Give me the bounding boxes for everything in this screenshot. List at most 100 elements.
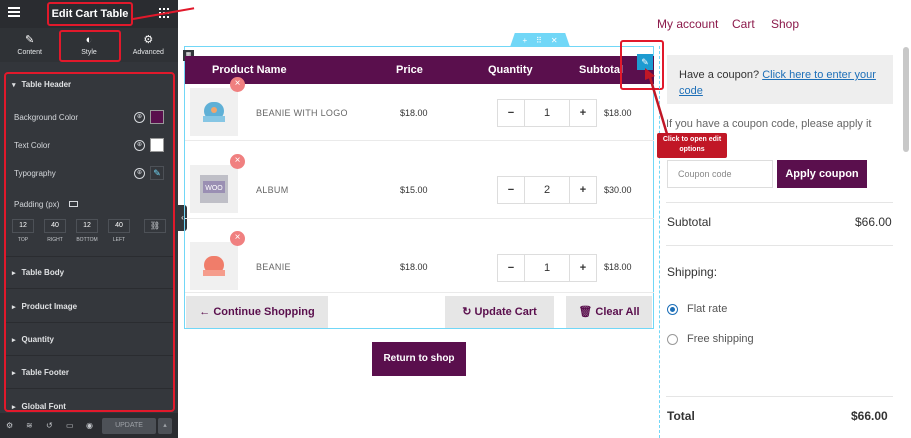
nav-my-account[interactable]: My account bbox=[657, 17, 718, 31]
divider bbox=[666, 245, 893, 246]
remove-item-icon[interactable]: × bbox=[230, 154, 245, 169]
quantity-value[interactable]: 2 bbox=[524, 177, 570, 203]
coupon-notice: Have a coupon? Click here to enter your … bbox=[667, 55, 893, 104]
product-price: $15.00 bbox=[400, 185, 428, 195]
nav-shop[interactable]: Shop bbox=[771, 17, 799, 31]
background-color-swatch[interactable] bbox=[150, 110, 164, 124]
divider bbox=[6, 322, 173, 323]
page-scrollbar[interactable] bbox=[903, 47, 909, 152]
row-divider bbox=[185, 140, 654, 141]
increase-button[interactable]: + bbox=[570, 262, 596, 274]
section-table-body[interactable]: Table Body bbox=[12, 268, 65, 277]
shipping-label: Shipping: bbox=[667, 265, 718, 279]
editor-panel: Edit Cart Table ✎ Content ◐ Style ⚙ Adva… bbox=[0, 0, 178, 438]
beanie-logo-image[interactable] bbox=[190, 88, 238, 136]
total-value: $66.00 bbox=[851, 409, 888, 423]
widget-toolbar[interactable]: + ⠿ ✕ bbox=[510, 33, 570, 47]
apply-coupon-button[interactable]: Apply coupon bbox=[777, 160, 867, 188]
quantity-stepper[interactable]: − 1 + bbox=[497, 254, 597, 282]
continue-shopping-button[interactable]: ← Continue Shopping bbox=[186, 296, 328, 328]
typography-label: Typography bbox=[14, 169, 56, 178]
globe-icon[interactable]: ⊕ bbox=[134, 140, 145, 151]
padding-caption: RIGHT bbox=[47, 237, 63, 243]
section-product-image[interactable]: Product Image bbox=[12, 302, 78, 311]
product-name[interactable]: BEANIE bbox=[256, 262, 291, 272]
globe-icon[interactable]: ⊕ bbox=[134, 112, 145, 123]
close-icon[interactable]: ✕ bbox=[551, 36, 558, 45]
decrease-button[interactable]: − bbox=[498, 262, 524, 274]
album-image[interactable]: WOO bbox=[190, 165, 238, 213]
typography-edit-icon[interactable]: ✎ bbox=[150, 166, 164, 180]
history-icon[interactable]: ↺ bbox=[46, 421, 53, 430]
responsive-icon[interactable]: ▭ bbox=[66, 421, 74, 430]
padding-left-input[interactable]: 40 bbox=[108, 219, 130, 233]
beanie-image[interactable] bbox=[190, 242, 238, 290]
link-values-icon[interactable]: ⛓ bbox=[144, 219, 166, 233]
divider bbox=[6, 388, 173, 389]
text-color-swatch[interactable] bbox=[150, 138, 164, 152]
flat-rate-radio[interactable] bbox=[667, 304, 678, 315]
remove-item-icon[interactable]: × bbox=[230, 231, 245, 246]
padding-right-input[interactable]: 40 bbox=[44, 219, 66, 233]
product-name[interactable]: ALBUM bbox=[256, 185, 289, 195]
text-color-label: Text Color bbox=[14, 141, 51, 150]
divider bbox=[6, 288, 173, 289]
product-price: $18.00 bbox=[400, 262, 428, 272]
total-label: Total bbox=[667, 409, 695, 423]
update-cart-button[interactable]: ↻ Update Cart bbox=[445, 296, 554, 328]
quantity-stepper[interactable]: − 2 + bbox=[497, 176, 597, 204]
pencil-icon: ✎ bbox=[25, 34, 35, 46]
flat-rate-label[interactable]: Flat rate bbox=[687, 303, 727, 315]
quantity-value[interactable]: 1 bbox=[524, 255, 570, 281]
add-icon[interactable]: + bbox=[522, 36, 527, 45]
section-table-header[interactable]: Table Header bbox=[12, 80, 72, 89]
update-button[interactable]: UPDATE bbox=[102, 418, 156, 434]
quantity-value[interactable]: 1 bbox=[524, 100, 570, 126]
padding-caption: BOTTOM bbox=[76, 237, 98, 243]
clear-all-button[interactable]: 🗑 Clear All bbox=[566, 296, 652, 328]
layers-icon[interactable]: ≋ bbox=[26, 421, 33, 430]
product-name[interactable]: BEANIE WITH LOGO bbox=[256, 108, 348, 118]
settings-icon[interactable]: ⚙ bbox=[6, 421, 13, 430]
header-price: Price bbox=[396, 64, 423, 76]
drag-handle-icon[interactable]: ⠿ bbox=[536, 36, 542, 45]
padding-label: Padding (px) bbox=[14, 200, 60, 209]
free-shipping-radio[interactable] bbox=[667, 334, 678, 345]
style-tab-highlight bbox=[59, 30, 121, 62]
quantity-stepper[interactable]: − 1 + bbox=[497, 99, 597, 127]
increase-button[interactable]: + bbox=[570, 184, 596, 196]
edit-options-callout: Click to open edit options bbox=[657, 133, 727, 158]
tab-advanced[interactable]: ⚙ Advanced bbox=[119, 28, 178, 62]
return-to-shop-button[interactable]: Return to shop bbox=[372, 342, 466, 376]
padding-bottom-input[interactable]: 12 bbox=[76, 219, 98, 233]
preview-eye-icon[interactable]: ◉ bbox=[86, 421, 93, 430]
update-options-caret[interactable]: ▴ bbox=[158, 418, 172, 434]
remove-item-icon[interactable]: × bbox=[230, 77, 245, 92]
callout-arrow bbox=[645, 68, 669, 135]
decrease-button[interactable]: − bbox=[498, 107, 524, 119]
tab-content-label: Content bbox=[17, 49, 42, 56]
nav-cart[interactable]: Cart bbox=[732, 17, 755, 31]
header-product-name: Product Name bbox=[212, 64, 287, 76]
globe-icon[interactable]: ⊕ bbox=[134, 168, 145, 179]
table-header: Product Name Price Quantity Subtotal bbox=[185, 56, 654, 84]
coupon-code-input[interactable]: Coupon code bbox=[667, 160, 773, 188]
row-subtotal: $18.00 bbox=[604, 108, 632, 118]
section-global-font[interactable]: Global Font bbox=[12, 402, 66, 410]
desktop-icon[interactable] bbox=[69, 201, 78, 207]
decrease-button[interactable]: − bbox=[498, 184, 524, 196]
update-cart-label: Update Cart bbox=[474, 306, 537, 318]
row-divider bbox=[185, 218, 654, 219]
row-divider bbox=[185, 292, 654, 293]
hamburger-icon[interactable] bbox=[8, 7, 20, 17]
section-quantity[interactable]: Quantity bbox=[12, 335, 54, 344]
section-table-footer[interactable]: Table Footer bbox=[12, 368, 69, 377]
increase-button[interactable]: + bbox=[570, 107, 596, 119]
style-controls: Table Header Background Color ⊕ Text Col… bbox=[4, 72, 175, 412]
arrow-left-icon: ← bbox=[199, 306, 214, 318]
tab-content[interactable]: ✎ Content bbox=[0, 28, 59, 62]
free-shipping-label[interactable]: Free shipping bbox=[687, 333, 754, 345]
header-subtotal: Subtotal bbox=[579, 64, 623, 76]
gear-icon: ⚙ bbox=[143, 34, 154, 46]
padding-top-input[interactable]: 12 bbox=[12, 219, 34, 233]
